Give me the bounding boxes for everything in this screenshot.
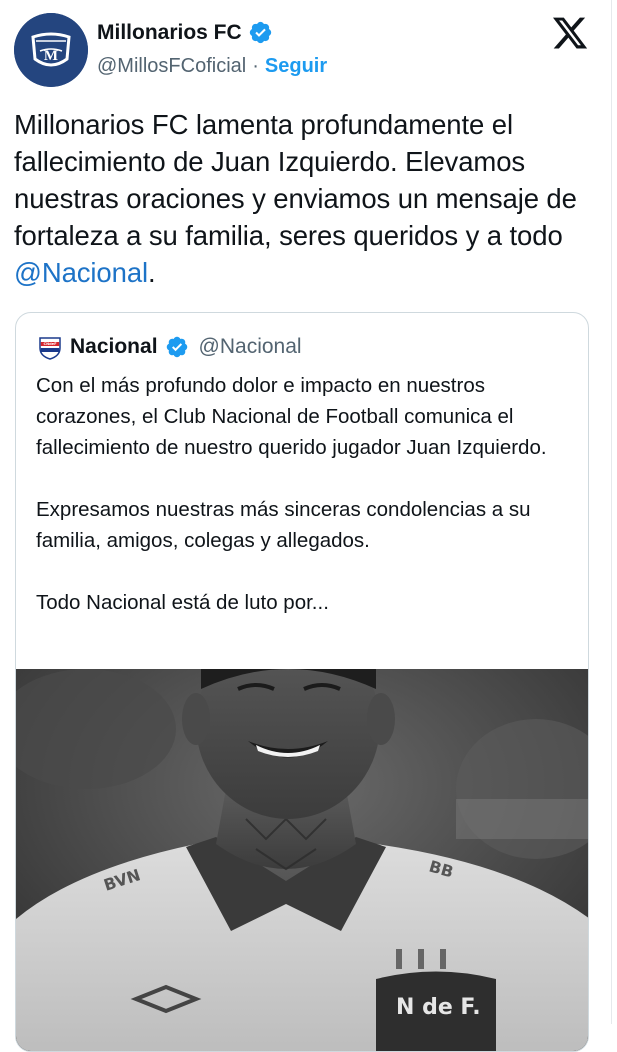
tweet-text-body: Millonarios FC lamenta profundamente el … xyxy=(14,109,577,251)
x-logo-icon[interactable] xyxy=(550,14,590,52)
author-name-row: Millonarios FC xyxy=(97,20,273,45)
quoted-tweet-photo[interactable]: BVN BB N de F. xyxy=(16,669,588,1051)
svg-text:CNdeF: CNdeF xyxy=(43,342,57,346)
quoted-tweet[interactable]: CNdeF Nacional @Nacional Con el más prof… xyxy=(15,312,589,1052)
svg-text:M: M xyxy=(44,48,58,64)
follow-button[interactable]: Seguir xyxy=(265,55,327,78)
quoted-paragraph: Todo Nacional está de luto por... xyxy=(36,591,329,614)
quoted-handle[interactable]: @Nacional xyxy=(199,335,302,359)
separator-dot: · xyxy=(252,55,259,77)
quoted-tweet-header: CNdeF Nacional @Nacional xyxy=(37,334,302,360)
author-handle-row: @MillosFCoficial · Seguir xyxy=(97,55,327,78)
svg-text:N de F.: N de F. xyxy=(396,995,481,1020)
millonarios-crest-icon: M xyxy=(14,13,88,87)
quoted-paragraph: Expresamos nuestras más sinceras condole… xyxy=(36,498,531,552)
quoted-display-name[interactable]: Nacional xyxy=(70,335,158,359)
tweet-card: M Millonarios FC @MillosFCoficial · Segu… xyxy=(0,0,612,1052)
mention-link[interactable]: @Nacional xyxy=(14,257,148,288)
quoted-verified-badge-icon xyxy=(165,335,189,359)
tweet-text: Millonarios FC lamenta profundamente el … xyxy=(14,106,599,291)
verified-badge-icon xyxy=(248,20,273,45)
nacional-crest-icon[interactable]: CNdeF xyxy=(37,334,63,360)
author-display-name[interactable]: Millonarios FC xyxy=(97,21,242,45)
author-avatar[interactable]: M xyxy=(14,13,88,87)
tweet-text-end: . xyxy=(148,257,156,288)
quoted-tweet-text: Con el más profundo dolor e impacto en n… xyxy=(36,370,576,618)
author-handle[interactable]: @MillosFCoficial xyxy=(97,55,246,78)
quoted-paragraph: Con el más profundo dolor e impacto en n… xyxy=(36,374,547,459)
